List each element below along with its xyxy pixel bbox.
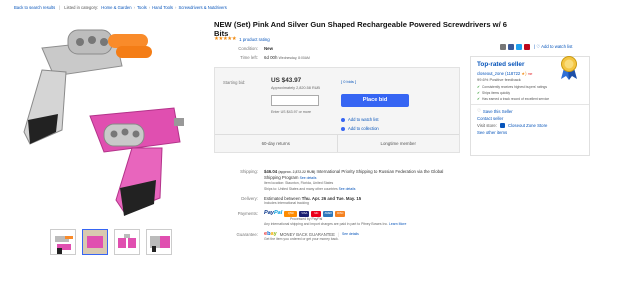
chevron-right-icon: ›: [148, 5, 151, 10]
pinterest-icon[interactable]: [524, 44, 530, 50]
amex-logo: AMEX: [323, 211, 334, 217]
visit-store-row: Visit store: Closeout Zone Store: [477, 123, 548, 128]
list-item: ✔ Has earned a track record of excellent …: [477, 97, 550, 101]
delivery-row: Delivery: Estimated between Thu. Apr. 26…: [214, 196, 454, 206]
bid-panel: Starting bid: US $43.97 Approximately 2,…: [214, 67, 460, 153]
list-item: ✔ Ships items quickly: [477, 91, 511, 95]
condition-row: Condition: New: [238, 46, 274, 51]
shipping-info: $46.04 (approx. 2,872.22 RUB) Internatio…: [264, 169, 444, 191]
other-items-link[interactable]: See other items: [477, 130, 583, 135]
delivery-info: Estimated between Thu. Apr. 26 and Tue. …: [264, 196, 362, 206]
email-icon[interactable]: [500, 44, 506, 50]
see-details-link[interactable]: See details: [339, 187, 356, 191]
breadcrumb: Back to search results | Listed in categ…: [14, 3, 227, 12]
product-photo: [23, 29, 184, 216]
eye-icon: [341, 117, 345, 122]
divider: |: [59, 5, 61, 10]
product-image[interactable]: [12, 20, 200, 220]
guarantee-info: ebay MONEY BACK GUARANTEE | See details …: [264, 231, 359, 242]
top-rated-badge-icon: [561, 56, 577, 80]
facebook-icon[interactable]: [508, 44, 514, 50]
thumbnail-2[interactable]: [82, 229, 108, 255]
add-to-watch-list-link[interactable]: | ♡ Add to watch list: [534, 44, 572, 50]
approx-price: Approximately 2,820.58 RUB: [271, 86, 320, 90]
back-to-search-link[interactable]: Back to search results: [14, 5, 55, 10]
longtime-member-info: Longtime member: [336, 135, 460, 152]
heart-icon: ♡: [477, 108, 481, 113]
guarantee-row: Guarantee: ebay MONEY BACK GUARANTEE | S…: [214, 231, 454, 242]
listed-in-label: Listed in category:: [64, 5, 99, 10]
breadcrumb-screwdrivers[interactable]: Screwdrivers & Nutdrivers: [178, 5, 226, 10]
thumbnail-1[interactable]: [50, 229, 76, 255]
seller-highlights: ✔ Consistently receives highest buyers' r…: [477, 85, 583, 101]
chevron-right-icon: ›: [175, 5, 177, 10]
enter-bid-hint: Enter US $43.97 or more: [271, 110, 311, 114]
payments-info: PayPal QIWI VISA MC AMEX DISC Processed …: [264, 210, 407, 227]
shipping-row: Shipping: $46.04 (approx. 2,872.22 RUB) …: [214, 169, 454, 192]
breadcrumb-hand-tools[interactable]: Hand Tools: [152, 5, 173, 10]
divider: [471, 104, 589, 105]
twitter-icon[interactable]: [516, 44, 522, 50]
store-icon: [499, 123, 505, 128]
add-to-collection-button[interactable]: Add to collection: [341, 126, 379, 131]
bid-amount-input[interactable]: [271, 95, 319, 106]
list-item: ✔ Consistently receives highest buyers' r…: [477, 85, 547, 89]
thumbnail-4[interactable]: [146, 229, 172, 255]
breadcrumb-home-garden[interactable]: Home & Garden: [101, 5, 131, 10]
shipping-price: $46.04: [264, 169, 278, 174]
check-icon: ✔: [477, 91, 481, 95]
add-to-watch-list-button[interactable]: Add to watch list: [341, 117, 379, 122]
place-bid-button[interactable]: Place bid: [341, 94, 409, 107]
rating-stars-icon: ★★★★★: [214, 36, 237, 42]
delivery-dates: Thu. Apr. 26 and Tue. May. 15: [301, 196, 362, 201]
bid-count-link[interactable]: [ 0 bids ]: [341, 79, 356, 84]
check-icon: ✔: [477, 85, 481, 89]
store-link[interactable]: Closeout Zone Store: [508, 123, 547, 128]
product-rating: ★★★★★ 1 product rating: [214, 36, 270, 42]
pink-screwdriver-graphic: [89, 107, 184, 216]
plus-icon: [341, 126, 345, 131]
share-bar: | ♡ Add to watch list: [500, 44, 572, 50]
payments-row: Payments: PayPal QIWI VISA MC AMEX DISC …: [214, 211, 454, 227]
bid-panel-footer: 60-day returns Longtime member: [215, 134, 459, 152]
learn-more-link[interactable]: Learn More: [389, 222, 406, 226]
time-left-row: Time left: 6d 00h Wednesday, 8:00AM: [240, 55, 310, 60]
time-left-value: 6d 00h Wednesday, 8:00AM: [264, 55, 310, 60]
thumbnail-3[interactable]: [114, 229, 140, 255]
returns-info: 60-day returns: [261, 141, 290, 146]
breadcrumb-tools[interactable]: Tools: [137, 5, 147, 10]
rating-link[interactable]: 1 product rating: [239, 37, 270, 42]
paypal-logo: PayPal: [264, 210, 283, 217]
bid-price: US $43.97: [271, 77, 302, 84]
condition-value: New: [264, 46, 274, 51]
starting-bid-label: Starting bid:: [223, 80, 246, 85]
contact-seller-link[interactable]: Contact seller: [477, 116, 583, 121]
save-seller-link[interactable]: ♡ Save this Seller: [477, 108, 583, 114]
check-icon: ✔: [477, 97, 481, 101]
discover-logo: DISC: [335, 211, 346, 217]
see-details-link[interactable]: See details: [300, 176, 317, 180]
chevron-right-icon: ›: [133, 5, 135, 10]
see-details-link[interactable]: See details: [342, 232, 359, 237]
thumbnail-strip: [50, 229, 172, 255]
